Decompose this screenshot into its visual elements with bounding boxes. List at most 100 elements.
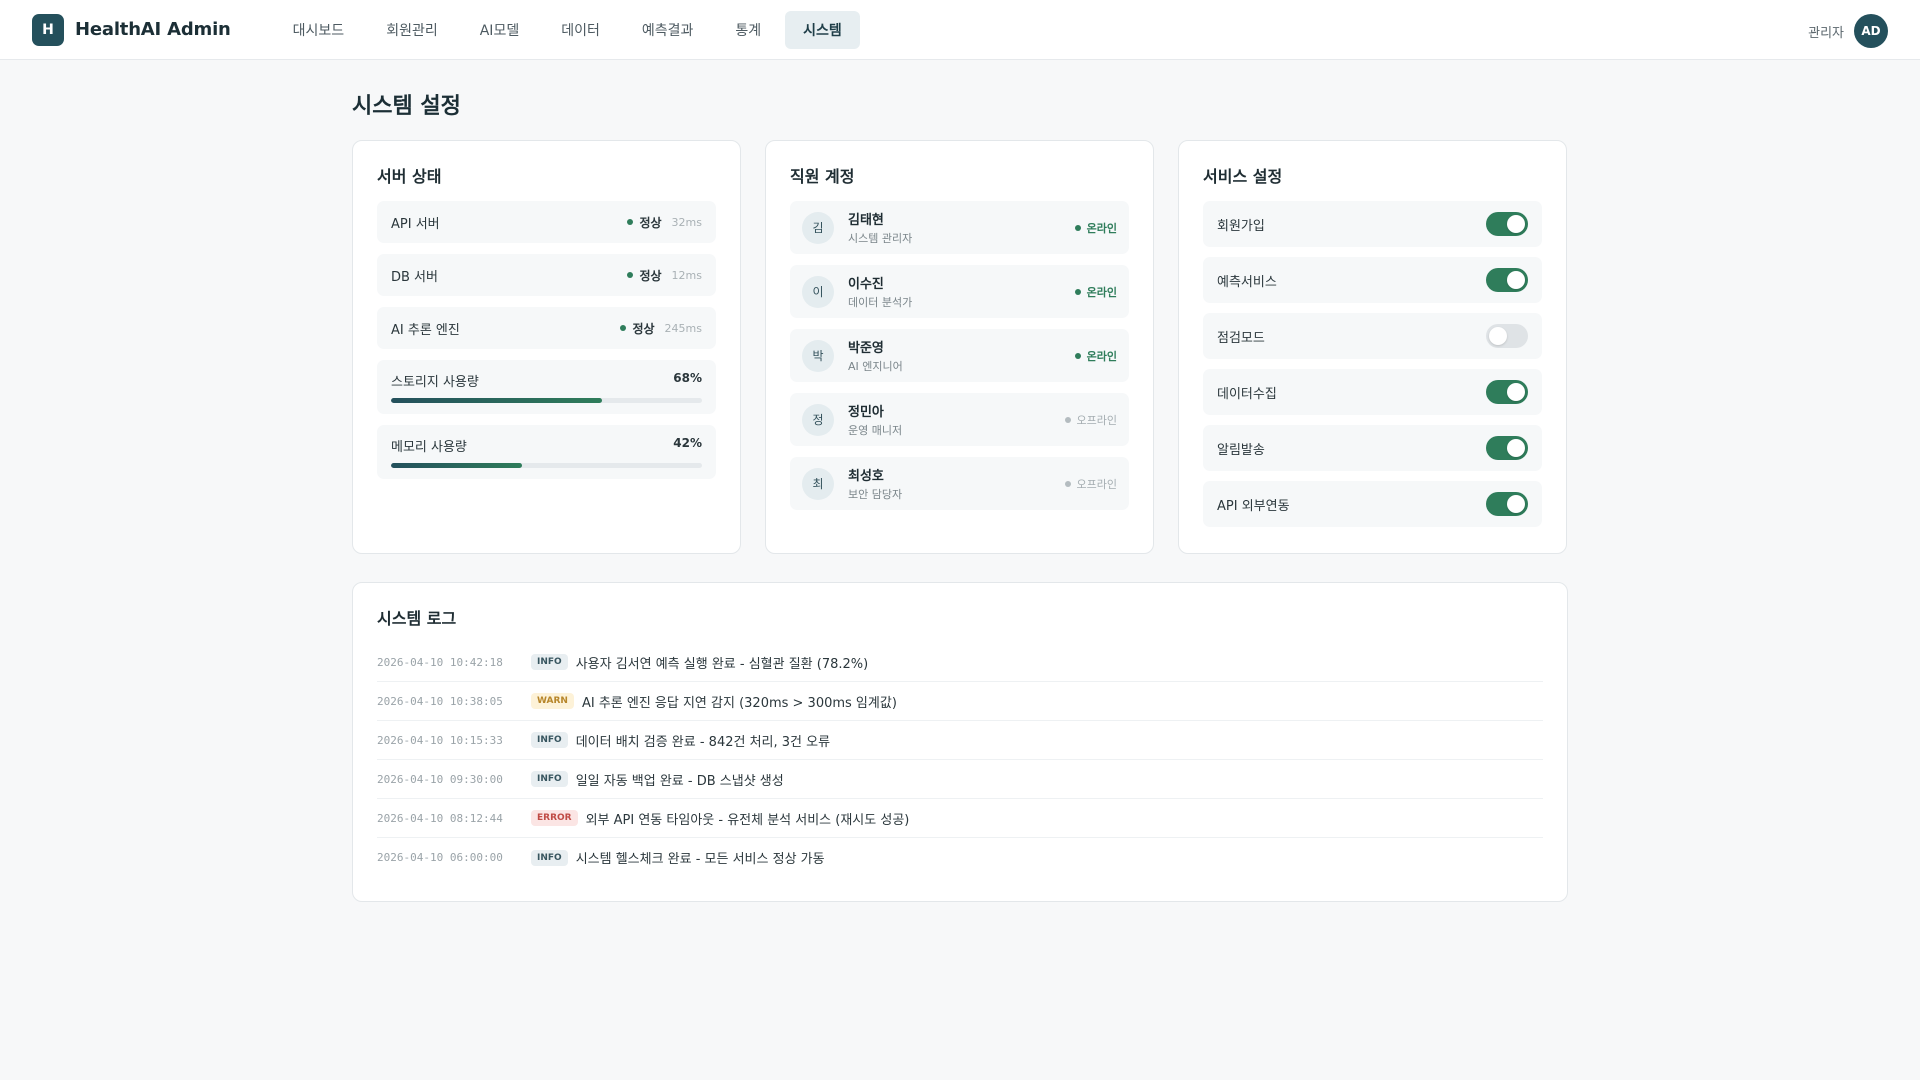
nav-item-predictions[interactable]: 예측결과 — [624, 11, 712, 49]
card-title: 서버 상태 — [377, 167, 442, 186]
server-status: 정상 — [627, 267, 662, 284]
log-time: 2026-04-10 10:42:18 — [377, 655, 503, 669]
usage-label: 스토리지 사용량 — [391, 375, 479, 390]
page-title: 시스템 설정 — [352, 94, 461, 119]
log-time: 2026-04-10 09:30:00 — [377, 772, 503, 786]
system-log-card: 시스템 로그 2026-04-10 10:42:18 INFO 사용자 김서연 … — [352, 582, 1568, 902]
log-list: 2026-04-10 10:42:18 INFO 사용자 김서연 예측 실행 완… — [377, 643, 1543, 877]
avatar[interactable]: AD — [1854, 14, 1888, 48]
server-row: AI 추론 엔진 정상 245ms — [377, 307, 716, 349]
server-name: DB 서버 — [391, 269, 438, 285]
log-message: 외부 API 연동 타임아웃 - 유전체 분석 서비스 (재시도 성공) — [585, 812, 910, 828]
server-row: API 서버 정상 32ms — [377, 201, 716, 243]
service-name: 예측서비스 — [1217, 274, 1277, 290]
main-nav: 대시보드 회원관리 AI모델 데이터 예측결과 통계 시스템 — [275, 10, 860, 49]
app-name: HealthAI Admin — [75, 19, 231, 40]
service-toggle[interactable] — [1486, 324, 1528, 348]
staff-avatar: 김 — [802, 211, 834, 244]
service-row: 데이터수집 — [1203, 369, 1542, 415]
usage-progress-bar — [391, 463, 702, 468]
service-row: 점검모드 — [1203, 313, 1542, 359]
toggle-knob — [1489, 327, 1507, 345]
log-entry: 2026-04-10 08:12:44 ERROR 외부 API 연동 타임아웃… — [377, 799, 1543, 838]
nav-item-statistics[interactable]: 통계 — [717, 11, 779, 49]
staff-name: 정민아 — [848, 405, 884, 420]
log-entry: 2026-04-10 10:15:33 INFO 데이터 배치 검증 완료 - … — [377, 721, 1543, 760]
staff-status: 온라인 — [1074, 220, 1117, 236]
service-name: 알림발송 — [1217, 442, 1265, 458]
toggle-knob — [1507, 439, 1525, 457]
staff-avatar: 정 — [802, 403, 834, 436]
storage-usage: 스토리지 사용량 68% — [377, 360, 716, 414]
nav-item-ai-models[interactable]: AI모델 — [462, 11, 537, 49]
staff-row[interactable]: 박 박준영 AI 엔지니어 온라인 — [790, 329, 1129, 382]
log-message: 시스템 헬스체크 완료 - 모든 서비스 정상 가동 — [575, 852, 825, 867]
server-name: API 서버 — [391, 216, 440, 232]
toggle-knob — [1507, 495, 1525, 513]
service-settings-card: 서비스 설정 회원가입 예측서비스 점검모드 데이터수집 알림발송 API 외부… — [1178, 140, 1567, 554]
toggle-knob — [1507, 383, 1525, 401]
staff-status: 오프라인 — [1064, 476, 1117, 492]
log-entry: 2026-04-10 10:38:05 WARN AI 추론 엔진 응답 지연 … — [377, 682, 1543, 721]
log-level-badge: WARN — [531, 693, 574, 709]
server-status: 정상 — [620, 320, 655, 337]
staff-role: AI 엔지니어 — [848, 360, 903, 373]
nav-item-members[interactable]: 회원관리 — [368, 11, 456, 49]
service-toggle[interactable] — [1486, 436, 1528, 460]
nav-item-dashboard[interactable]: 대시보드 — [275, 11, 363, 49]
staff-row[interactable]: 이 이수진 데이터 분석가 온라인 — [790, 265, 1129, 318]
server-status-card: 서버 상태 API 서버 정상 32ms DB 서버 정상 12ms AI 추론… — [352, 140, 741, 554]
staff-avatar: 박 — [802, 339, 834, 372]
usage-value: 42% — [673, 436, 702, 450]
log-entry: 2026-04-10 10:42:18 INFO 사용자 김서연 예측 실행 완… — [377, 643, 1543, 682]
service-row: 회원가입 — [1203, 201, 1542, 247]
log-level-badge: INFO — [531, 849, 568, 866]
staff-accounts-card: 직원 계정 김 김태현 시스템 관리자 온라인 이 이수진 데이터 분석가 온라인 … — [765, 140, 1154, 554]
usage-progress-fill — [391, 463, 522, 468]
log-time: 2026-04-10 08:12:44 — [377, 811, 503, 825]
brand[interactable]: H HealthAI Admin — [32, 13, 231, 46]
status-dot-icon — [627, 272, 634, 278]
status-dot-icon — [1074, 352, 1081, 359]
service-toggle[interactable] — [1486, 212, 1528, 236]
server-status: 정상 — [627, 214, 662, 231]
staff-status: 온라인 — [1074, 348, 1117, 364]
memory-usage: 메모리 사용량 42% — [377, 425, 716, 479]
card-title: 시스템 로그 — [377, 609, 457, 628]
server-name: AI 추론 엔진 — [391, 322, 460, 338]
usage-progress-fill — [391, 398, 603, 403]
toggle-knob — [1507, 215, 1525, 233]
log-entry: 2026-04-10 09:30:00 INFO 일일 자동 백업 완료 - D… — [377, 760, 1543, 799]
service-toggle[interactable] — [1486, 380, 1528, 404]
service-toggle[interactable] — [1486, 492, 1528, 516]
staff-status: 오프라인 — [1064, 412, 1117, 428]
nav-item-data[interactable]: 데이터 — [543, 11, 618, 49]
settings-cards: 서버 상태 API 서버 정상 32ms DB 서버 정상 12ms AI 추론… — [352, 140, 1568, 554]
staff-row[interactable]: 최 최성호 보안 담당자 오프라인 — [790, 457, 1129, 510]
nav-item-system[interactable]: 시스템 — [785, 10, 860, 49]
staff-status: 온라인 — [1074, 284, 1117, 300]
usage-value: 68% — [673, 371, 702, 385]
log-message: 데이터 배치 검증 완료 - 842건 처리, 3건 오류 — [575, 734, 831, 750]
status-dot-icon — [1064, 480, 1071, 487]
staff-row[interactable]: 정 정민아운영 매니저 오프라인 — [790, 393, 1129, 446]
staff-row[interactable]: 김 김태현 시스템 관리자 온라인 — [790, 201, 1129, 254]
status-dot-icon — [1074, 288, 1081, 295]
staff-role: 시스템 관리자 — [848, 232, 913, 245]
log-message: 일일 자동 백업 완료 - DB 스냅샷 생성 — [575, 773, 784, 789]
staff-role: 운영 매니저 — [848, 424, 903, 437]
staff-avatar: 이 — [802, 275, 834, 308]
staff-name: 최성호 — [848, 469, 884, 484]
log-level-badge: INFO — [531, 732, 568, 748]
service-toggle[interactable] — [1486, 268, 1528, 292]
log-entry: 2026-04-10 06:00:00 INFO 시스템 헬스체크 완료 - 모… — [377, 838, 1543, 877]
log-message: AI 추론 엔진 응답 지연 감지 (320ms > 300ms 임계값) — [581, 695, 897, 711]
card-title: 직원 계정 — [790, 167, 855, 186]
staff-name: 박준영 — [848, 341, 884, 356]
app-logo-icon: H — [32, 13, 64, 46]
status-dot-icon — [620, 325, 627, 331]
log-time: 2026-04-10 06:00:00 — [377, 851, 503, 864]
log-level-badge: INFO — [531, 771, 568, 787]
status-dot-icon — [1074, 224, 1081, 231]
user-menu[interactable]: 관리자 AD — [1808, 14, 1888, 48]
